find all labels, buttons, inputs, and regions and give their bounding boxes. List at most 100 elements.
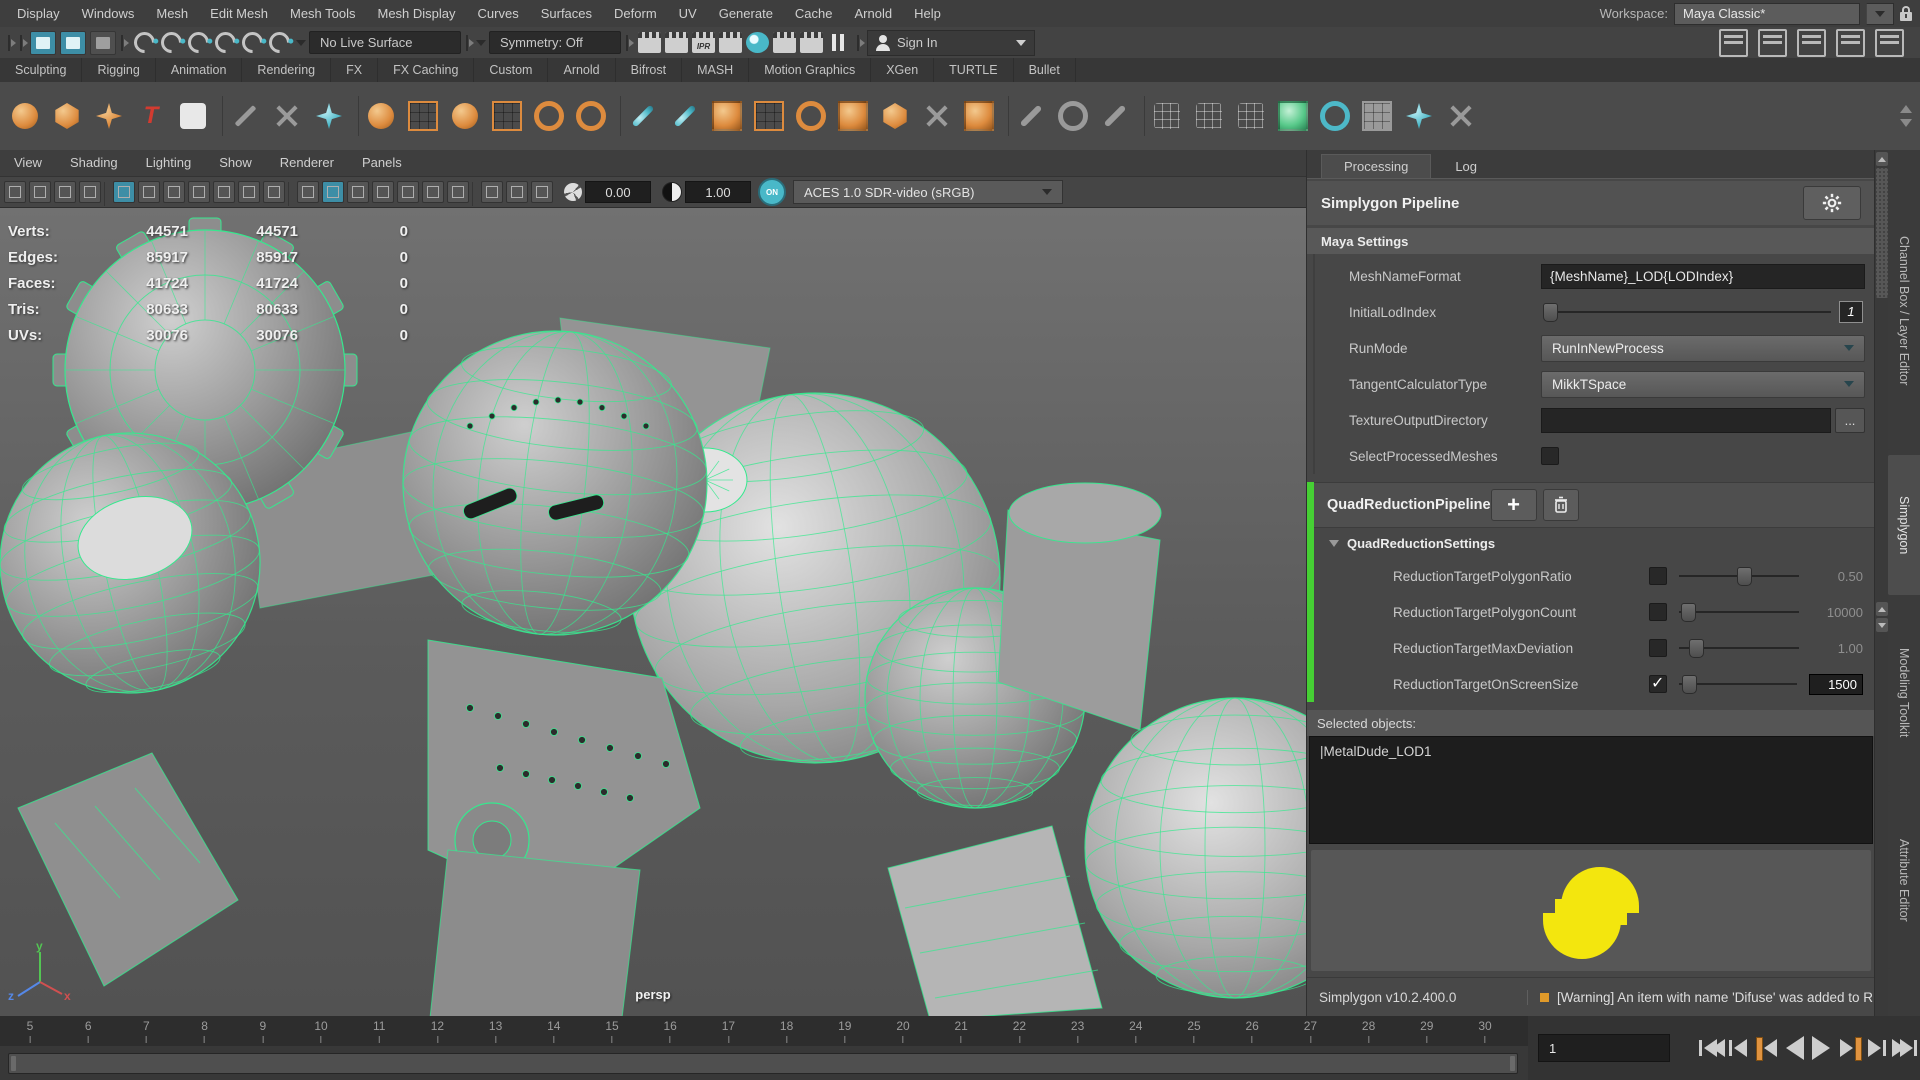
slider-thumb[interactable]	[1736, 567, 1752, 586]
subdivide-icon[interactable]	[876, 97, 914, 135]
quad-settings-toggle[interactable]: QuadReductionSettings	[1307, 528, 1875, 558]
setting-slider[interactable]	[1677, 635, 1801, 661]
separator[interactable]	[1002, 94, 1008, 138]
snap-make-live-icon[interactable]	[264, 27, 295, 58]
snap-grid-icon[interactable]	[129, 27, 160, 58]
shaded-icon[interactable]	[322, 181, 344, 203]
sign-in-button[interactable]: Sign In	[867, 29, 1035, 56]
menu-item[interactable]: UV	[668, 0, 708, 27]
wireframe-icon[interactable]	[297, 181, 319, 203]
shelf-tab[interactable]: MASH	[682, 58, 750, 82]
pause-viewport-icon[interactable]	[827, 32, 850, 53]
xray-icon[interactable]	[447, 181, 469, 203]
smooth-mesh-icon[interactable]	[1232, 97, 1270, 135]
time-slider[interactable]: 5 6 7 8 9 10 11 12 13 14 15 16 17 18 19 20 21 22 23 24 25 26 2…	[0, 1016, 1528, 1047]
sidebar-tab[interactable]: Modeling Toolkit	[1888, 600, 1920, 786]
setting-checkbox[interactable]	[1649, 603, 1667, 621]
shelf-tab[interactable]: Motion Graphics	[749, 58, 872, 82]
select-processed-checkbox[interactable]	[1541, 447, 1559, 465]
panel-menu-item[interactable]: Show	[205, 150, 266, 176]
menu-item[interactable]: Mesh Display	[367, 0, 467, 27]
lock-icon[interactable]	[1900, 6, 1912, 21]
menu-item[interactable]: Cache	[784, 0, 844, 27]
toolbar-grip[interactable]	[119, 33, 129, 53]
setting-value[interactable]: 0.50	[1811, 569, 1863, 584]
quad-draw-icon[interactable]	[750, 97, 788, 135]
current-frame-field[interactable]: 1	[1538, 1034, 1670, 1062]
select-hierarchy-icon[interactable]	[30, 30, 56, 55]
circularize-icon[interactable]	[792, 97, 830, 135]
multi-component-icon[interactable]	[1400, 97, 1438, 135]
attribute-editor-icon[interactable]	[1836, 28, 1865, 57]
target-weld-icon[interactable]	[918, 97, 956, 135]
render-settings-icon[interactable]	[773, 32, 796, 53]
shelf-scrollbar[interactable]	[1900, 99, 1914, 133]
safe-title-icon[interactable]	[263, 181, 285, 203]
shelf-tab[interactable]: Bifrost	[616, 58, 683, 82]
light-editor-icon[interactable]	[800, 32, 823, 53]
browse-button[interactable]: ...	[1835, 407, 1865, 433]
panel-menu-item[interactable]: Renderer	[266, 150, 348, 176]
select-component-icon[interactable]	[90, 30, 116, 55]
poly-plane-icon[interactable]	[488, 97, 526, 135]
tangent-calculator-dropdown[interactable]: MikkTSpace	[1541, 370, 1865, 398]
character-controls-icon[interactable]	[1758, 28, 1787, 57]
star-primitive-icon[interactable]	[90, 97, 128, 135]
display-layers-icon[interactable]	[1875, 28, 1904, 57]
step-back-frame[interactable]	[1724, 1033, 1752, 1063]
resolution-gate-icon[interactable]	[163, 181, 185, 203]
scroll-down-button[interactable]	[1876, 618, 1888, 632]
menu-item[interactable]: Help	[903, 0, 952, 27]
panel-menu-item[interactable]: Shading	[56, 150, 132, 176]
add-pipeline-button[interactable]: +	[1490, 489, 1537, 521]
shelf-tab[interactable]: XGen	[871, 58, 935, 82]
go-to-end[interactable]	[1892, 1033, 1920, 1063]
safe-action-icon[interactable]	[238, 181, 260, 203]
locator-icon[interactable]	[268, 97, 306, 135]
step-forward-key[interactable]	[1836, 1033, 1864, 1063]
shelf-tab[interactable]: FX Caching	[378, 58, 475, 82]
panel-menu-item[interactable]: Lighting	[132, 150, 206, 176]
poly-sphere-icon[interactable]	[48, 97, 86, 135]
boolean-icon[interactable]	[1274, 97, 1312, 135]
snap-projected-center-icon[interactable]	[210, 27, 241, 58]
select-object-icon[interactable]	[60, 30, 86, 55]
setting-checkbox[interactable]	[1649, 567, 1667, 585]
menu-item[interactable]: Windows	[71, 0, 146, 27]
film-gate-icon[interactable]	[138, 181, 160, 203]
mesh-name-format-input[interactable]: {MeshName}_LOD{LODIndex}	[1541, 263, 1865, 289]
range-slider[interactable]	[8, 1053, 1518, 1074]
menu-item[interactable]: Edit Mesh	[199, 0, 279, 27]
shelf-tab[interactable]: Custom	[474, 58, 549, 82]
snowflake-icon[interactable]	[310, 97, 348, 135]
shelf-tab[interactable]: Animation	[156, 58, 243, 82]
pen-tool-icon[interactable]	[1096, 97, 1134, 135]
viewport-3d[interactable]: Verts: 44571 44571 0 Edges: 85917 85917 …	[0, 208, 1306, 1018]
play-backwards[interactable]	[1780, 1033, 1808, 1063]
panel-tab[interactable]: Processing	[1321, 154, 1432, 178]
field-chart-icon[interactable]	[213, 181, 235, 203]
poly-sphere2-icon[interactable]	[362, 97, 400, 135]
multi-pane-icon[interactable]	[531, 181, 553, 203]
setting-slider[interactable]	[1677, 671, 1799, 697]
menu-item[interactable]: Surfaces	[530, 0, 603, 27]
menu-item[interactable]: Arnold	[844, 0, 904, 27]
pencil-curve-icon[interactable]	[1012, 97, 1050, 135]
bevel-icon[interactable]	[624, 97, 662, 135]
shelf-tab[interactable]: Rendering	[242, 58, 332, 82]
select-camera-icon[interactable]	[4, 181, 26, 203]
two-pane-icon[interactable]	[506, 181, 528, 203]
arnold-render-view-icon[interactable]	[746, 32, 769, 53]
poly-cylinder-icon[interactable]	[446, 97, 484, 135]
sidebar-tab[interactable]: Simplygon	[1888, 455, 1920, 595]
rotate-ccw-icon[interactable]	[572, 97, 610, 135]
menu-item[interactable]: Curves	[467, 0, 530, 27]
contrast-icon[interactable]	[662, 182, 682, 202]
color-management-toggle[interactable]: ON	[758, 178, 786, 206]
remesh-icon[interactable]	[1148, 97, 1186, 135]
shadows-icon[interactable]	[397, 181, 419, 203]
exposure-field[interactable]: 0.00	[585, 181, 651, 203]
exposure-icon[interactable]	[564, 183, 582, 201]
menu-item[interactable]: Mesh	[145, 0, 199, 27]
initial-lod-index-slider[interactable]: 1	[1541, 299, 1865, 325]
